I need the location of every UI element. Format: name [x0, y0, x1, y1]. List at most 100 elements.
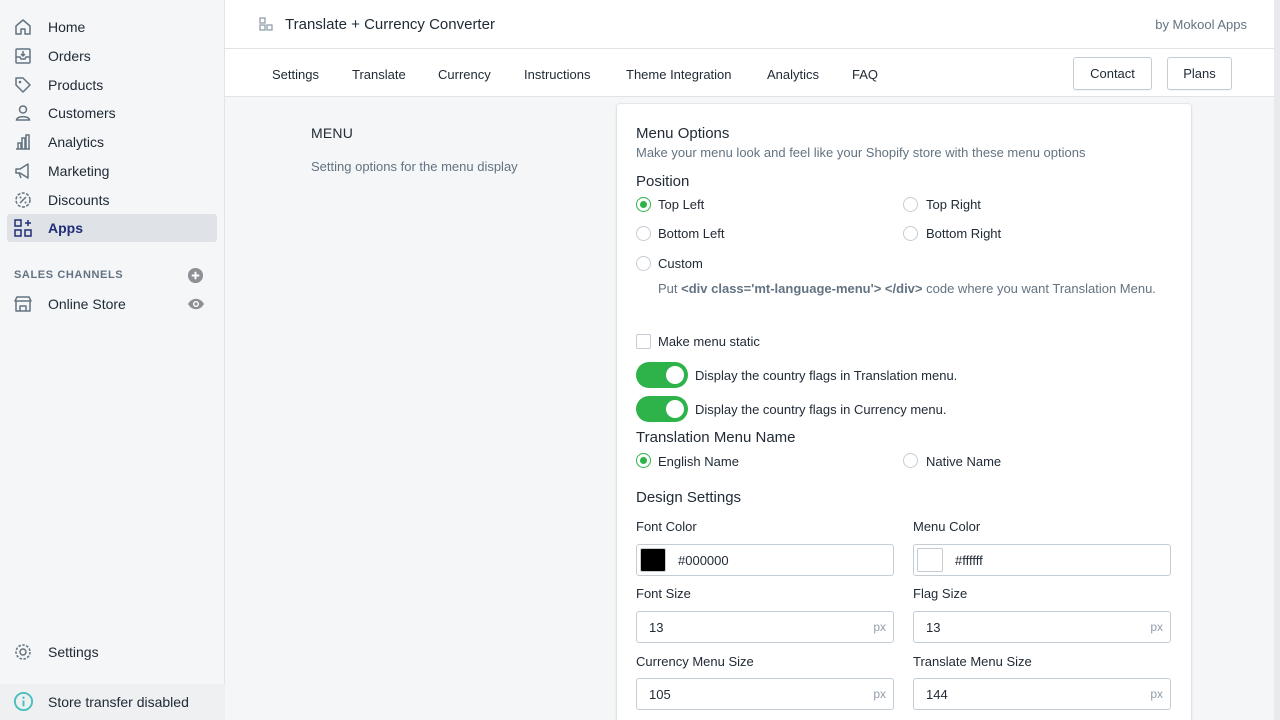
- currency-menu-size-value: 105: [649, 687, 671, 702]
- sidebar-item-orders[interactable]: Orders: [7, 42, 217, 70]
- flag-size-unit: px: [1150, 620, 1163, 634]
- tab-currency[interactable]: Currency: [438, 67, 491, 82]
- tag-icon: [15, 77, 31, 93]
- person-icon: [15, 105, 31, 121]
- contact-button[interactable]: Contact: [1073, 57, 1152, 90]
- sidebar-item-online-store[interactable]: Online Store: [7, 290, 217, 318]
- font-size-input[interactable]: 13 px: [636, 611, 894, 643]
- english-name-radio[interactable]: [636, 453, 651, 468]
- sidebar-item-label: Analytics: [48, 134, 105, 150]
- currency-menu-size-unit: px: [873, 687, 886, 701]
- home-icon: [15, 19, 31, 35]
- flag-size-value: 13: [926, 620, 941, 635]
- font-color-input[interactable]: #000000: [636, 544, 894, 576]
- tab-analytics[interactable]: Analytics: [767, 67, 819, 82]
- store-icon: [14, 296, 32, 312]
- store-transfer-banner[interactable]: Store transfer disabled: [0, 684, 225, 720]
- store-transfer-label: Store transfer disabled: [48, 694, 189, 710]
- plans-button[interactable]: Plans: [1167, 57, 1232, 90]
- native-name-label: Native Name: [926, 454, 1002, 469]
- position-top-left-label: Top Left: [658, 197, 705, 212]
- tab-settings[interactable]: Settings: [272, 67, 319, 82]
- section-description: Setting options for the menu display: [311, 159, 518, 174]
- translation-flags-label: Display the country flags in Translation…: [695, 368, 958, 383]
- translate-menu-size-input[interactable]: 144 px: [913, 678, 1171, 710]
- menu-options-card: Menu Options Make your menu look and fee…: [617, 104, 1191, 720]
- sidebar-item-label: Customers: [48, 105, 116, 121]
- tab-translate[interactable]: Translate: [352, 67, 406, 82]
- tab-faq[interactable]: FAQ: [852, 67, 878, 82]
- position-top-right-radio[interactable]: [903, 197, 918, 212]
- translate-menu-size-value: 144: [926, 687, 948, 702]
- card-subtitle: Make your menu look and feel like your S…: [636, 145, 1086, 160]
- sidebar-item-label: Marketing: [48, 163, 110, 179]
- make-menu-static-label: Make menu static: [658, 334, 760, 349]
- sidebar-item-label: Settings: [48, 644, 99, 660]
- sidebar-item-label: Products: [48, 77, 104, 93]
- sidebar: Home Orders Products Customers Analytics…: [0, 0, 225, 720]
- position-top-left-radio[interactable]: [636, 197, 651, 212]
- sidebar-item-label: Online Store: [48, 296, 126, 312]
- gear-icon: [15, 644, 31, 660]
- translate-menu-size-label: Translate Menu Size: [913, 654, 1032, 669]
- sidebar-item-products[interactable]: Products: [7, 71, 217, 99]
- orders-icon: [15, 48, 31, 64]
- flag-size-input[interactable]: 13 px: [913, 611, 1171, 643]
- currency-flags-label: Display the country flags in Currency me…: [695, 402, 947, 417]
- position-bottom-left-radio[interactable]: [636, 226, 651, 241]
- menu-color-input[interactable]: #ffffff: [913, 544, 1171, 576]
- app-developer: by Mokool Apps: [1155, 17, 1247, 32]
- tab-instructions[interactable]: Instructions: [524, 67, 590, 82]
- translate-menu-size-unit: px: [1150, 687, 1163, 701]
- sidebar-item-settings[interactable]: Settings: [7, 638, 217, 666]
- font-size-value: 13: [649, 620, 664, 635]
- position-top-right-label: Top Right: [926, 197, 981, 212]
- sidebar-item-label: Discounts: [48, 192, 110, 208]
- position-custom-label: Custom: [658, 256, 703, 271]
- card-title: Menu Options: [636, 125, 730, 142]
- custom-note-prefix: Put: [658, 281, 678, 296]
- position-bottom-right-label: Bottom Right: [926, 226, 1002, 241]
- section-title: MENU: [311, 125, 354, 141]
- apps-icon: [14, 219, 32, 237]
- design-settings-title: Design Settings: [636, 489, 742, 506]
- custom-note-code: <div class='mt-language-menu'> </div>: [681, 281, 923, 296]
- sidebar-item-home[interactable]: Home: [7, 13, 217, 41]
- menu-name-title: Translation Menu Name: [636, 429, 796, 446]
- sidebar-item-discounts[interactable]: Discounts: [7, 186, 217, 214]
- make-menu-static-checkbox[interactable]: [636, 334, 651, 349]
- sidebar-item-label: Home: [48, 19, 86, 35]
- position-bottom-left-label: Bottom Left: [658, 226, 725, 241]
- currency-menu-size-input[interactable]: 105 px: [636, 678, 894, 710]
- tab-bar: Settings Translate Currency Instructions…: [225, 49, 1277, 97]
- font-size-unit: px: [873, 620, 886, 634]
- native-name-radio[interactable]: [903, 453, 918, 468]
- app-title: Translate + Currency Converter: [285, 16, 495, 33]
- app-header: Translate + Currency Converter by Mokool…: [225, 0, 1277, 49]
- menu-color-swatch[interactable]: [917, 548, 943, 572]
- currency-flags-toggle[interactable]: [636, 396, 688, 422]
- discount-icon: [15, 192, 31, 208]
- sidebar-item-apps[interactable]: Apps: [7, 214, 217, 242]
- position-bottom-right-radio[interactable]: [903, 226, 918, 241]
- tab-theme-integration[interactable]: Theme Integration: [626, 67, 732, 82]
- add-channel-icon[interactable]: [187, 267, 204, 284]
- sidebar-item-label: Apps: [48, 220, 83, 236]
- flag-size-label: Flag Size: [913, 586, 968, 601]
- translation-flags-toggle[interactable]: [636, 362, 688, 388]
- menu-color-label: Menu Color: [913, 519, 981, 534]
- page-scrollbar[interactable]: [1274, 0, 1280, 720]
- sidebar-item-marketing[interactable]: Marketing: [7, 157, 217, 185]
- position-title: Position: [636, 173, 690, 190]
- sidebar-item-customers[interactable]: Customers: [7, 99, 217, 127]
- sidebar-item-analytics[interactable]: Analytics: [7, 128, 217, 156]
- menu-color-value: #ffffff: [955, 553, 983, 568]
- font-color-label: Font Color: [636, 519, 697, 534]
- eye-icon[interactable]: [187, 296, 205, 312]
- font-color-value: #000000: [678, 553, 729, 568]
- info-icon: [13, 691, 34, 712]
- font-color-swatch[interactable]: [640, 548, 666, 572]
- english-name-label: English Name: [658, 454, 739, 469]
- custom-note-suffix: code where you want Translation Menu.: [926, 281, 1156, 296]
- position-custom-radio[interactable]: [636, 256, 651, 271]
